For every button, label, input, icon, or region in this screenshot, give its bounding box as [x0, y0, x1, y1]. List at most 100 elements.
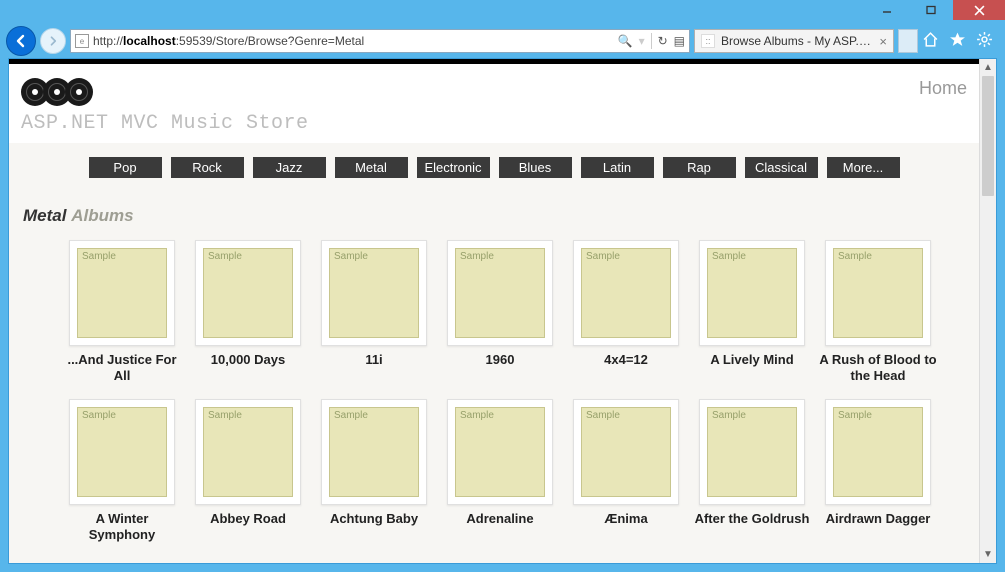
album-cover: Sample [77, 407, 167, 497]
album-cover: Sample [455, 407, 545, 497]
genre-link-pop[interactable]: Pop [89, 157, 162, 178]
genre-link-blues[interactable]: Blues [499, 157, 572, 178]
sample-watermark: Sample [712, 251, 746, 262]
nav-home-link[interactable]: Home [919, 78, 967, 99]
scroll-down-arrow[interactable]: ▼ [980, 546, 996, 563]
album-cover: Sample [707, 248, 797, 338]
album-item[interactable]: Sample Adrenaline [437, 399, 563, 542]
album-cover: Sample [329, 248, 419, 338]
album-cover-frame: Sample [573, 399, 679, 505]
album-cover: Sample [581, 248, 671, 338]
album-cover-frame: Sample [825, 399, 931, 505]
album-title: A Winter Symphony [62, 511, 182, 542]
album-cover-frame: Sample [573, 240, 679, 346]
page-content: Home ASP.NET MVC Music Store Pop Rock Jazz… [9, 59, 979, 563]
window-titlebar [0, 0, 1005, 24]
genre-link-more[interactable]: More... [827, 157, 900, 178]
album-item[interactable]: SampleAbbey Road [185, 399, 311, 542]
album-cover-frame: Sample [825, 240, 931, 346]
album-title: Achtung Baby [330, 511, 418, 527]
compat-icon[interactable]: ▤ [674, 34, 685, 48]
scroll-up-arrow[interactable]: ▲ [980, 59, 996, 76]
window-minimize-button[interactable] [865, 0, 909, 20]
sample-watermark: Sample [82, 410, 116, 421]
sample-watermark: Sample [712, 410, 746, 421]
album-cover: Sample [581, 407, 671, 497]
sample-watermark: Sample [334, 410, 368, 421]
sample-watermark: Sample [460, 251, 494, 262]
album-cover: Sample [833, 407, 923, 497]
album-cover: Sample [77, 248, 167, 338]
sample-watermark: Sample [838, 410, 872, 421]
genre-link-jazz[interactable]: Jazz [253, 157, 326, 178]
window-close-button[interactable] [953, 0, 1005, 20]
page-favicon: e [75, 34, 89, 48]
tab-title: Browse Albums - My ASP.N... [721, 34, 873, 48]
album-cover-frame: Sample [447, 399, 553, 505]
album-cover: Sample [833, 248, 923, 338]
favorites-icon[interactable] [949, 31, 966, 52]
genre-link-rap[interactable]: Rap [663, 157, 736, 178]
album-title: A Rush of Blood to the Head [818, 352, 938, 383]
album-title: Airdrawn Dagger [826, 511, 931, 527]
site-title: ASP.NET MVC Music Store [21, 112, 967, 135]
album-cover-frame: Sample [699, 399, 805, 505]
album-title: 4x4=12 [604, 352, 648, 368]
album-cover-frame: Sample [321, 399, 427, 505]
section-heading: Metal Albums [9, 188, 979, 232]
browser-tab[interactable]: :: Browse Albums - My ASP.N... × [694, 29, 894, 53]
search-icon[interactable]: 🔍 [618, 34, 633, 48]
album-item[interactable]: Sample A Winter Symphony [59, 399, 185, 542]
scroll-thumb[interactable] [982, 76, 994, 196]
genre-link-electronic[interactable]: Electronic [417, 157, 490, 178]
address-bar[interactable]: e http://localhost:59539/Store/Browse?Ge… [70, 29, 690, 53]
album-item[interactable]: Sample 11i [311, 240, 437, 383]
album-cover-frame: Sample [69, 240, 175, 346]
refresh-icon[interactable]: ↻ [658, 34, 668, 48]
album-item[interactable]: Sample A Rush of Blood to the Head [815, 240, 941, 383]
home-icon[interactable] [922, 31, 939, 52]
album-item[interactable]: SampleA Lively Mind [689, 240, 815, 383]
genre-link-classical[interactable]: Classical [745, 157, 818, 178]
section-label: Albums [71, 206, 133, 225]
album-item[interactable]: Sample 1960 [437, 240, 563, 383]
tab-close-icon[interactable]: × [879, 34, 887, 49]
new-tab-button[interactable] [898, 29, 918, 53]
album-item[interactable]: Sample Airdrawn Dagger [815, 399, 941, 542]
album-cover-frame: Sample [195, 399, 301, 505]
album-item[interactable]: SampleAfter the Goldrush [689, 399, 815, 542]
genre-link-metal[interactable]: Metal [335, 157, 408, 178]
album-cover: Sample [329, 407, 419, 497]
album-item[interactable]: Sample Ænima [563, 399, 689, 542]
settings-icon[interactable] [976, 31, 993, 52]
album-item[interactable]: Sample Achtung Baby [311, 399, 437, 542]
album-item[interactable]: Sample 4x4=12 [563, 240, 689, 383]
genre-nav: Pop Rock Jazz Metal Electronic Blues Latin Rap C… [9, 143, 979, 188]
sample-watermark: Sample [208, 410, 242, 421]
album-title: 11i [365, 352, 382, 368]
album-title: 1960 [486, 352, 515, 368]
vertical-scrollbar[interactable]: ▲ ▼ [979, 59, 996, 563]
page-viewport: Home ASP.NET MVC Music Store Pop Rock Jazz… [8, 58, 997, 564]
genre-link-latin[interactable]: Latin [581, 157, 654, 178]
genre-link-rock[interactable]: Rock [171, 157, 244, 178]
site-logo[interactable] [21, 78, 87, 106]
back-button[interactable] [6, 26, 36, 56]
window-maximize-button[interactable] [909, 0, 953, 20]
url-text: http://localhost:59539/Store/Browse?Genr… [93, 34, 614, 48]
album-cover-frame: Sample [699, 240, 805, 346]
scroll-track[interactable] [980, 76, 996, 546]
sample-watermark: Sample [82, 251, 116, 262]
album-title: Adrenaline [466, 511, 533, 527]
sample-watermark: Sample [334, 251, 368, 262]
album-grid: Sample...And Justice For AllSample10,000… [9, 232, 979, 550]
album-item[interactable]: Sample10,000 Days [185, 240, 311, 383]
forward-button[interactable] [40, 28, 66, 54]
album-cover: Sample [203, 407, 293, 497]
sample-watermark: Sample [586, 251, 620, 262]
album-cover-frame: Sample [447, 240, 553, 346]
album-item[interactable]: Sample...And Justice For All [59, 240, 185, 383]
album-cover-frame: Sample [69, 399, 175, 505]
album-title: Ænima [604, 511, 647, 527]
sample-watermark: Sample [838, 251, 872, 262]
